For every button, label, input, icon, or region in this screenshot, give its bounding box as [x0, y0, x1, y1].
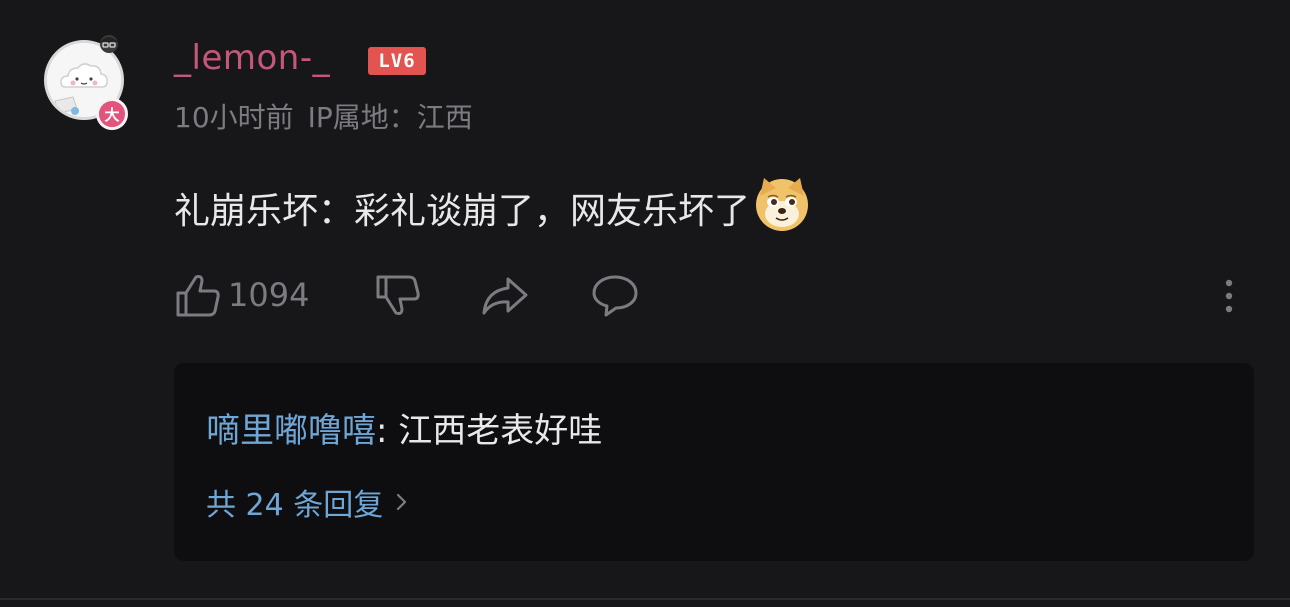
- thumbs-down-icon: [376, 275, 420, 315]
- action-bar: 1094: [174, 268, 1264, 322]
- share-button[interactable]: [480, 268, 530, 322]
- comment-bubble-icon: [592, 275, 638, 317]
- like-count: 1094: [228, 276, 310, 314]
- more-vertical-icon: [1225, 279, 1233, 313]
- reply-preview-panel[interactable]: 嘀里嘟噜嘻: 江西老表好哇 共 24 条回复: [174, 363, 1254, 561]
- comment-meta: 10小时前 IP属地：江西: [174, 96, 473, 136]
- avatar[interactable]: 大: [40, 32, 132, 130]
- share-icon: [482, 277, 528, 315]
- chevron-right-icon: [397, 493, 407, 511]
- level-badge: LV6: [368, 47, 426, 75]
- dislike-button[interactable]: [374, 268, 422, 322]
- username[interactable]: _lemon-_: [174, 38, 330, 78]
- reply-text: : 江西老表好哇: [376, 411, 603, 451]
- more-options-button[interactable]: [1218, 268, 1240, 322]
- doge-emoji-icon: [756, 178, 809, 231]
- avatar-decoration-icon: [100, 35, 118, 53]
- divider: [0, 598, 1290, 600]
- comment-item: 大 _lemon-_ LV6 10小时前 IP属地：江西 礼崩乐坏：彩礼谈崩了，网…: [0, 0, 1290, 607]
- view-all-replies-link[interactable]: 共 24 条回复: [206, 480, 409, 524]
- reply-preview[interactable]: 嘀里嘟噜嘻: 江西老表好哇: [206, 403, 602, 452]
- comment-body: 礼崩乐坏：彩礼谈崩了，网友乐坏了: [174, 191, 751, 232]
- comment-time: 10小时前: [174, 101, 294, 134]
- reply-username[interactable]: 嘀里嘟噜嘻: [206, 411, 376, 451]
- reply-total-label: 共 24 条回复: [206, 488, 384, 523]
- like-button[interactable]: 1094: [174, 268, 309, 322]
- ip-location: IP属地：江西: [307, 101, 473, 134]
- comment-text: 礼崩乐坏：彩礼谈崩了，网友乐坏了: [174, 178, 810, 236]
- thumbs-up-icon: [176, 275, 220, 317]
- big-member-badge: 大: [96, 98, 128, 130]
- reply-button[interactable]: [590, 268, 640, 322]
